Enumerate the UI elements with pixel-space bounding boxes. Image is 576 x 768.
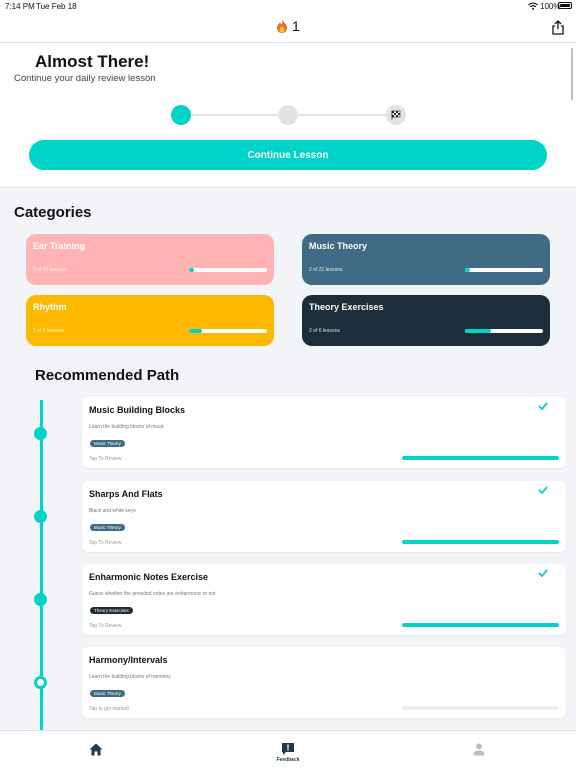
lesson-step-1 xyxy=(171,105,191,125)
path-card-progress xyxy=(402,456,559,460)
feedback-icon xyxy=(282,743,294,755)
category-card-theory-exercises[interactable]: Theory Exercises 2 of 6 lessons xyxy=(302,295,550,346)
lesson-step-2 xyxy=(278,105,298,125)
daily-lesson-panel: Almost There! Continue your daily review… xyxy=(0,43,576,188)
top-bar: 1 xyxy=(0,13,576,43)
tab-home[interactable] xyxy=(66,731,126,768)
categories-heading: Categories xyxy=(14,204,92,221)
checkmark-icon xyxy=(538,569,548,577)
continue-lesson-button[interactable]: Continue Lesson xyxy=(29,140,547,170)
path-card-title: Music Building Blocks xyxy=(89,405,186,415)
path-card-hint: Tap To Review xyxy=(89,623,122,629)
profile-icon xyxy=(473,743,485,756)
path-card-title: Sharps And Flats xyxy=(89,489,163,499)
category-card-rhythm[interactable]: Rhythm 1 of 6 lessons xyxy=(26,295,274,346)
home-icon xyxy=(89,743,103,756)
wifi-icon xyxy=(528,2,538,10)
path-card-title: Enharmonic Notes Exercise xyxy=(89,572,209,582)
lesson-title: Almost There! xyxy=(35,52,150,71)
category-name: Rhythm xyxy=(33,302,67,312)
path-card-hint: Tap To Review xyxy=(89,540,122,546)
path-node-4 xyxy=(34,676,47,689)
lesson-subtitle: Continue your daily review lesson xyxy=(14,73,156,84)
path-card-harmony-intervals[interactable]: Harmony/Intervals Learn the building blo… xyxy=(82,647,566,718)
path-card-progress xyxy=(402,623,559,627)
path-card-description: Black and white keys xyxy=(89,508,136,514)
path-card-progress xyxy=(402,540,559,544)
path-card-enharmonic-notes-exercise[interactable]: Enharmonic Notes Exercise Guess whether … xyxy=(82,564,566,635)
tab-feedback-label: Feedback xyxy=(276,757,300,763)
path-card-description: Guess whether the provided notes are enh… xyxy=(89,591,216,597)
path-card-description: Learn the building blocks of harmony xyxy=(89,674,171,680)
path-card-description: Learn the building blocks of music xyxy=(89,424,165,430)
status-time: 7:14 PM xyxy=(5,2,35,11)
streak-count: 1 xyxy=(292,18,300,34)
category-name: Ear Training xyxy=(33,241,86,251)
path-card-tag: Theory Exercises xyxy=(90,607,133,614)
path-card-tag: Music Theory xyxy=(90,690,125,697)
share-icon[interactable] xyxy=(551,20,565,35)
category-count: 2 of 6 lessons xyxy=(309,328,340,334)
path-card-hint: Tap To Review xyxy=(89,456,122,462)
path-card-music-building-blocks[interactable]: Music Building Blocks Learn the building… xyxy=(82,397,566,468)
category-name: Music Theory xyxy=(309,241,368,251)
fire-icon xyxy=(277,19,287,33)
recommended-path-heading: Recommended Path xyxy=(35,367,180,384)
category-progress xyxy=(465,268,543,272)
battery-icon xyxy=(558,2,572,9)
status-date: Tue Feb 18 xyxy=(36,2,77,11)
category-name: Theory Exercises xyxy=(309,302,384,312)
category-count: 1 of 6 lessons xyxy=(33,328,64,334)
category-progress xyxy=(465,329,543,333)
lesson-step-finish xyxy=(386,105,406,125)
path-node-3 xyxy=(34,593,47,606)
tab-profile[interactable] xyxy=(449,731,509,768)
path-card-title: Harmony/Intervals xyxy=(89,655,168,665)
tab-feedback[interactable]: Feedback xyxy=(258,731,318,768)
category-card-music-theory[interactable]: Music Theory 2 of 21 lessons xyxy=(302,234,550,285)
path-card-sharps-and-flats[interactable]: Sharps And Flats Black and white keys Mu… xyxy=(82,481,566,552)
path-card-hint: Tap to get started! xyxy=(89,706,130,712)
path-card-tag: Music Theory xyxy=(90,524,125,531)
checkmark-icon xyxy=(538,402,548,410)
category-count: 2 of 21 lessons xyxy=(309,267,343,273)
checkmark-icon xyxy=(538,486,548,494)
path-node-2 xyxy=(34,510,47,523)
category-count: 3 of 42 lessons xyxy=(33,267,67,273)
streak-indicator: 1 xyxy=(276,18,300,34)
category-progress xyxy=(189,329,267,333)
path-card-progress xyxy=(402,706,559,710)
scrollbar[interactable] xyxy=(571,48,573,100)
checkered-flag-icon xyxy=(391,110,401,120)
category-progress xyxy=(189,268,267,272)
category-card-ear-training[interactable]: Ear Training 3 of 42 lessons xyxy=(26,234,274,285)
tab-bar: Feedback xyxy=(0,730,576,768)
status-bar: 7:14 PM Tue Feb 18 100% xyxy=(0,0,576,13)
path-node-1 xyxy=(34,427,47,440)
path-card-tag: Music Theory xyxy=(90,440,125,447)
